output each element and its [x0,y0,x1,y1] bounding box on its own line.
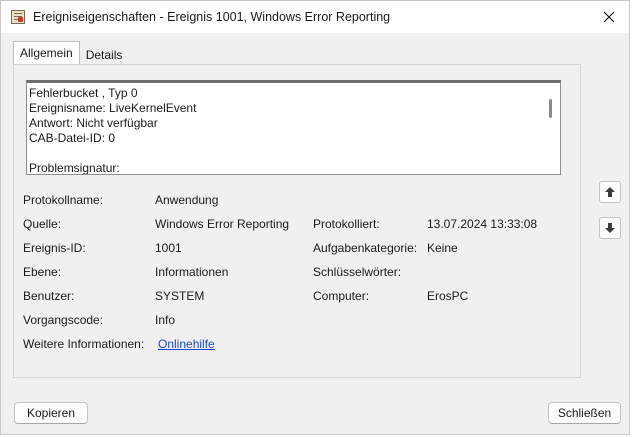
description-line: Antwort: Nicht verfügbar [29,116,158,130]
log-name-value[interactable]: Anwendung [155,193,218,207]
next-event-button[interactable] [599,217,621,239]
user-value[interactable]: SYSTEM [155,289,204,303]
log-name-label: Protokollname: [23,193,104,207]
description-line: Ereignisname: LiveKernelEvent [29,101,197,115]
arrow-down-icon [605,223,615,233]
logged-value[interactable]: 13.07.2024 13:33:08 [427,217,537,231]
description-line: Problemsignatur: [29,161,120,175]
user-label: Benutzer: [23,289,75,303]
task-category-value[interactable]: Keine [427,241,458,255]
description-line: CAB-Datei-ID: 0 [29,131,116,145]
event-id-label: Ereignis-ID: [23,241,86,255]
tab-strip: Allgemein Details [13,41,129,65]
more-info-label: Weitere Informationen: [23,337,145,351]
opcode-value[interactable]: Info [155,313,175,327]
textbox-scrollbar-thumb[interactable] [549,99,552,118]
source-value[interactable]: Windows Error Reporting [155,217,289,231]
previous-event-button[interactable] [599,181,621,203]
close-dialog-button[interactable]: Schließen [548,402,621,424]
tab-allgemein[interactable]: Allgemein [13,41,80,64]
close-icon [603,11,615,23]
event-viewer-icon [11,10,25,24]
general-tab-panel: Fehlerbucket , Typ 0 Ereignisname: LiveK… [13,64,581,378]
event-description-textbox[interactable]: Fehlerbucket , Typ 0 Ereignisname: LiveK… [26,80,561,175]
description-line: Fehlerbucket , Typ 0 [29,86,138,100]
task-category-label: Aufgabenkategorie: [313,241,418,255]
computer-value[interactable]: ErosPC [427,289,468,303]
source-label: Quelle: [23,217,62,231]
level-value[interactable]: Informationen [155,265,228,279]
arrow-up-icon [605,187,615,197]
event-properties-dialog: Ereigniseigenschaften - Ereignis 1001, W… [0,0,630,435]
logged-label: Protokolliert: [313,217,380,231]
opcode-label: Vorgangscode: [23,313,104,327]
level-label: Ebene: [23,265,62,279]
copy-button[interactable]: Kopieren [14,402,88,424]
keywords-label: Schlüsselwörter: [313,265,402,279]
close-button[interactable] [595,5,623,29]
event-id-value[interactable]: 1001 [155,241,182,255]
title-bar: Ereigniseigenschaften - Ereignis 1001, W… [1,1,629,33]
window-title: Ereigniseigenschaften - Ereignis 1001, W… [33,10,391,24]
computer-label: Computer: [313,289,370,303]
online-help-link[interactable]: Onlinehilfe [158,337,215,351]
tab-details[interactable]: Details [80,45,129,65]
